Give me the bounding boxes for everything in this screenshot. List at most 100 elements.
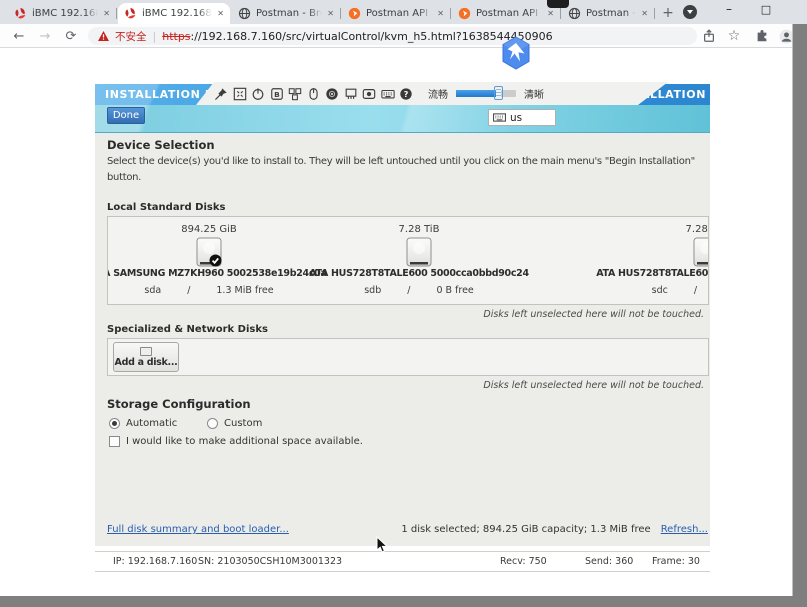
disk-dev: sda (144, 285, 161, 296)
browser-tab-ibmc-2-active[interactable]: iBMC 192.168.7.16 ✕ (118, 3, 230, 24)
tab-title: Postman - Browse (586, 8, 636, 19)
device-selection-description: Select the device(s) you'd like to insta… (107, 154, 705, 186)
radio-custom-label[interactable]: Custom (224, 418, 262, 429)
disk-slash: / (407, 285, 410, 296)
record-icon[interactable] (362, 87, 376, 101)
disk-icon (406, 237, 432, 271)
keyboard-layout-icon (493, 113, 506, 122)
tab-title: iBMC 192.168.7.16 (142, 8, 212, 19)
virtual-keyboard-icon[interactable] (381, 87, 395, 101)
omnibox-divider: | (153, 30, 157, 43)
add-disk-button[interactable]: Add a disk... (113, 342, 179, 372)
minimize-button[interactable]: – (720, 2, 738, 22)
pin-icon[interactable] (214, 87, 228, 101)
tab-close-icon[interactable]: ✕ (327, 9, 334, 18)
disk-name: ATA HUS728T8TALE600 5000cca0bbd90c24 (596, 268, 709, 279)
disk-tile-sdb[interactable]: 7.28 TiB ATA HUS728T8TALE600 5000cca0bbd… (319, 217, 519, 304)
network-disks-box: Add a disk... (107, 338, 709, 376)
checkbox-additional-space[interactable] (109, 436, 120, 447)
help-icon[interactable]: ? (399, 87, 413, 101)
disk-tile-sda[interactable]: 894.25 GiB ATA SAMSUNG MZ7KH960 5002538e… (109, 217, 309, 304)
additional-space-option[interactable]: I would like to make additional space av… (109, 436, 363, 447)
disk-icon-selected (196, 237, 222, 271)
forward-button[interactable]: → (34, 24, 56, 48)
postman-favicon (458, 7, 471, 20)
new-tab-button[interactable]: + (658, 3, 678, 23)
tab-close-icon[interactable]: ✕ (103, 9, 110, 18)
done-button[interactable]: Done (107, 107, 145, 124)
fullscreen-icon[interactable] (233, 87, 247, 101)
status-recv: Recv: 750 (500, 556, 547, 567)
browser-tab-postman-browse-1[interactable]: Postman - Browse ✕ (232, 3, 340, 24)
browser-tab-postman-api-1[interactable]: Postman API Platfo ✕ (342, 3, 450, 24)
storage-automatic-option[interactable]: Automatic (109, 418, 177, 429)
radio-automatic[interactable] (109, 418, 120, 429)
device-selection-title: Device Selection (107, 138, 215, 152)
kvm-status-bar: IP: 192.168.7.160 SN: 2103050CSH10M30013… (95, 551, 710, 572)
media-controls-button[interactable] (683, 5, 697, 19)
address-bar[interactable]: 不安全 | https://192.168.7.160/src/virtualC… (88, 27, 697, 45)
quality-slider[interactable] (456, 90, 516, 97)
checkbox-additional-space-label[interactable]: I would like to make additional space av… (126, 436, 363, 447)
storage-custom-option[interactable]: Custom (207, 418, 262, 429)
globe-favicon (238, 7, 251, 20)
installer-content: Device Selection Select the device(s) yo… (95, 133, 710, 546)
key-b-icon[interactable]: B (270, 87, 284, 101)
radio-custom[interactable] (207, 418, 218, 429)
browser-tab-ibmc-1[interactable]: iBMC 192.168.7.16 ✕ (8, 3, 116, 24)
keyboard-layout-selector[interactable]: us (488, 109, 556, 126)
network-disks-title: Specialized & Network Disks (107, 324, 268, 335)
back-button[interactable]: ← (8, 24, 30, 48)
reload-button[interactable]: ⟳ (60, 24, 82, 48)
disk-slash: / (694, 285, 697, 296)
svg-text:?: ? (404, 89, 409, 98)
local-disks-note: Disks left unselected here will not be t… (483, 309, 704, 320)
tab-close-icon[interactable]: ✕ (641, 9, 648, 18)
disk-size: 7.28 TiB (606, 224, 709, 235)
radio-automatic-label[interactable]: Automatic (126, 418, 177, 429)
desktop-edge-right (792, 24, 807, 607)
add-disk-label: Add a disk... (115, 357, 178, 368)
mouse-cursor (376, 536, 388, 558)
ibmc-favicon (124, 7, 137, 20)
selection-summary: 1 disk selected; 894.25 GiB capacity; 1.… (401, 524, 708, 535)
disk-name: ATA HUS728T8TALE600 5000cca0bbd90c24 (309, 268, 529, 279)
refresh-link[interactable]: Refresh... (661, 524, 708, 535)
key-combo-icon[interactable] (288, 87, 302, 101)
disk-free: 1.3 MiB free (216, 285, 273, 296)
ibmc-favicon (14, 7, 27, 20)
disk-icon (693, 237, 709, 271)
tab-title: Postman - Browse (256, 8, 322, 19)
tab-close-icon[interactable]: ✕ (437, 9, 444, 18)
mouse-icon[interactable] (307, 87, 321, 101)
tab-close-icon[interactable]: ✕ (217, 9, 224, 18)
page-url: https://192.168.7.160/src/virtualControl… (162, 30, 552, 43)
cd-rom-icon[interactable] (325, 87, 339, 101)
video-quality-control: 流畅 清晰 (428, 82, 544, 105)
globe-favicon (568, 7, 581, 20)
local-disks-box: 894.25 GiB ATA SAMSUNG MZ7KH960 5002538e… (107, 216, 709, 305)
quality-slider-handle[interactable] (494, 86, 503, 100)
status-ip: IP: 192.168.7.160 (113, 556, 197, 567)
full-disk-summary-link[interactable]: Full disk summary and boot loader... (107, 524, 289, 535)
browser-tab-postman-api-2[interactable]: Postman API Platfo ✕ (452, 3, 560, 24)
url-protocol: https (162, 30, 190, 43)
kvm-toolbar-icons: B ? (214, 87, 413, 101)
screen-notch (547, 0, 569, 8)
local-disks-title: Local Standard Disks (107, 202, 225, 213)
extensions-puzzle-icon[interactable] (754, 28, 770, 44)
maximize-button[interactable]: □ (757, 3, 775, 23)
quality-sharp-label: 清晰 (524, 86, 544, 101)
share-icon[interactable] (701, 28, 717, 44)
virtual-media-icon[interactable] (344, 87, 358, 101)
security-warning-label: 不安全 (115, 29, 147, 44)
url-rest: ://192.168.7.160/src/virtualControl/kvm_… (191, 30, 553, 43)
disk-slash: / (187, 285, 190, 296)
browser-tab-postman-browse-2[interactable]: Postman - Browse ✕ (562, 3, 654, 24)
power-icon[interactable] (251, 87, 265, 101)
tab-close-icon[interactable]: ✕ (547, 9, 554, 18)
disk-dev: sdc (652, 285, 668, 296)
disk-tile-sdc[interactable]: 7.28 TiB ATA HUS728T8TALE600 5000cca0bbd… (606, 217, 709, 304)
status-sn: SN: 2103050CSH10M3001323 (198, 556, 342, 567)
bookmark-star-icon[interactable]: ☆ (726, 28, 742, 44)
